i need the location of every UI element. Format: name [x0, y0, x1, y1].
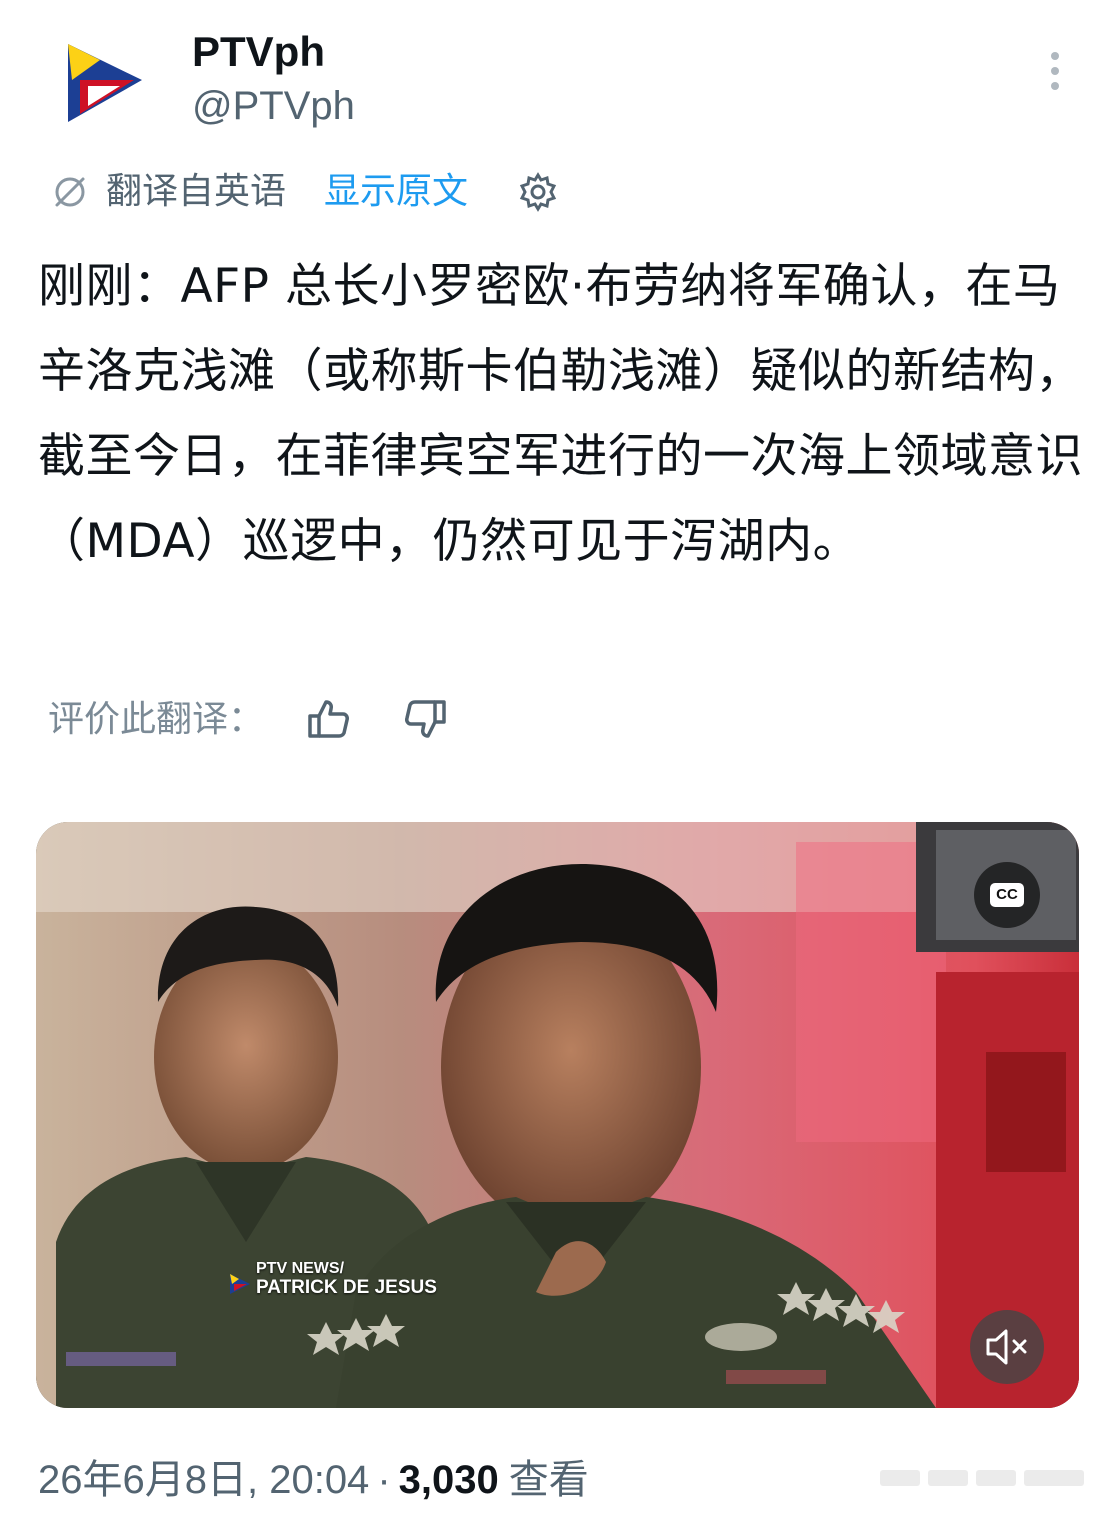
translated-from-label: 翻译自英语: [106, 171, 287, 212]
translation-bar: 翻译自英语 显示原文: [50, 166, 650, 218]
video-player[interactable]: PTV NEWS/ PATRICK DE JESUS CC: [36, 822, 1079, 1408]
watermark-graphic: [880, 1470, 1084, 1486]
thumbs-down-icon: [405, 700, 446, 738]
rate-translation-bar: 评价此翻译：: [48, 694, 548, 748]
gear-icon: [519, 172, 557, 212]
rate-translation-label: 评价此翻译：: [48, 699, 265, 740]
closed-captions-icon: CC: [990, 883, 1024, 907]
meta-separator: ·: [377, 1458, 391, 1502]
closed-captions-button[interactable]: CC: [974, 862, 1040, 928]
translation-settings-button[interactable]: [516, 170, 560, 214]
more-vertical-icon: [1051, 52, 1059, 90]
video-frame: [36, 822, 1079, 1408]
show-original-link[interactable]: 显示原文: [324, 170, 468, 214]
unmute-button[interactable]: [970, 1310, 1044, 1384]
post-timestamp[interactable]: 26年6月8日, 20:04: [38, 1458, 369, 1502]
more-options-button[interactable]: [1030, 46, 1080, 96]
ptv-news-logo-icon: [230, 1274, 250, 1294]
views-label: 查看: [508, 1458, 589, 1502]
post-text: 刚刚：AFP 总长小罗密欧·布劳纳将军确认，在马辛洛克浅滩（或称斯卡伯勒浅滩）疑…: [38, 259, 1083, 569]
thumbs-down-button[interactable]: [400, 694, 450, 744]
account-handle[interactable]: @PTVph: [192, 80, 355, 132]
translate-icon: [55, 177, 85, 207]
account-name[interactable]: PTVph: [192, 26, 325, 78]
lower-third-reporter: PATRICK DE JESUS: [256, 1277, 437, 1298]
view-count: 3,030: [398, 1458, 499, 1502]
post-header: PTVph @PTVph: [0, 0, 1116, 150]
post-metadata: 26年6月8日, 20:04 · 3,030 查看: [38, 1452, 589, 1508]
ptv-logo-avatar[interactable]: [50, 30, 158, 138]
thumbs-up-button[interactable]: [304, 694, 354, 744]
thumbs-up-icon: [308, 700, 349, 738]
ptv-logo-icon: [68, 44, 142, 122]
volume-muted-icon: [986, 1329, 1027, 1365]
